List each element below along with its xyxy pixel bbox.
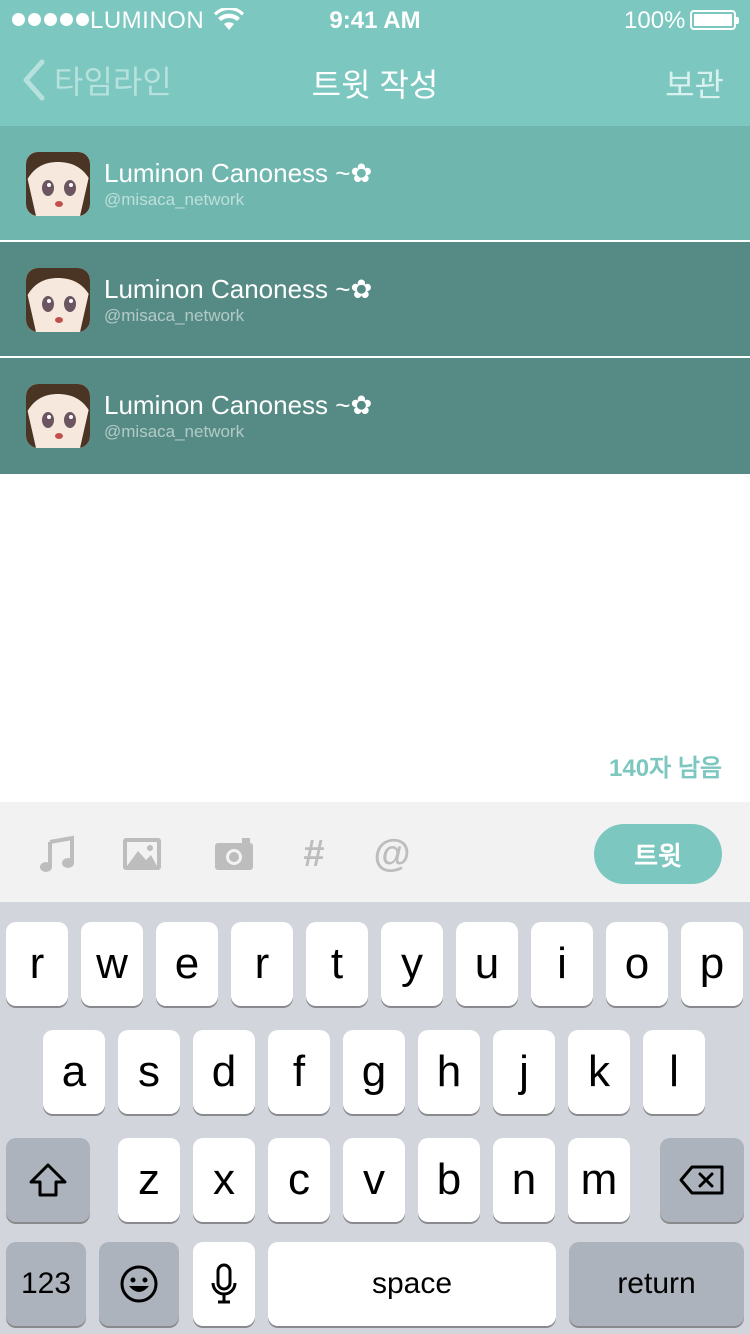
- camera-icon[interactable]: [210, 830, 258, 878]
- key-x[interactable]: x: [193, 1138, 255, 1222]
- key-v[interactable]: v: [343, 1138, 405, 1222]
- key-b[interactable]: b: [418, 1138, 480, 1222]
- key-r[interactable]: r: [6, 922, 68, 1006]
- microphone-icon: [211, 1263, 237, 1304]
- key-r[interactable]: r: [231, 922, 293, 1006]
- avatar: [26, 152, 90, 216]
- key-i[interactable]: i: [531, 922, 593, 1006]
- status-bar: LUMINON 9:41 AM 100%: [0, 0, 750, 40]
- account-name: Luminon Canoness ~✿: [104, 390, 373, 420]
- hashtag-icon[interactable]: #: [290, 830, 338, 878]
- account-item[interactable]: Luminon Canoness ~✿ @misaca_network: [0, 242, 750, 358]
- key-d[interactable]: d: [193, 1030, 255, 1114]
- back-label: 타임라인: [54, 64, 172, 100]
- account-handle: @misaca_network: [104, 190, 245, 209]
- account-handle: @misaca_network: [104, 422, 245, 441]
- avatar: [26, 384, 90, 448]
- key-o[interactable]: o: [606, 922, 668, 1006]
- return-key[interactable]: return: [569, 1242, 744, 1326]
- account-name: Luminon Canoness ~✿: [104, 158, 373, 188]
- backspace-icon: [679, 1165, 724, 1195]
- key-z[interactable]: z: [118, 1138, 180, 1222]
- key-g[interactable]: g: [343, 1030, 405, 1114]
- key-s[interactable]: s: [118, 1030, 180, 1114]
- header: LUMINON 9:41 AM 100% 타임라인 트윗 작성 보관: [0, 0, 750, 126]
- key-p[interactable]: p: [681, 922, 743, 1006]
- key-t[interactable]: t: [306, 922, 368, 1006]
- chevron-left-icon: [23, 59, 45, 101]
- key-y[interactable]: y: [381, 922, 443, 1006]
- key-c[interactable]: c: [268, 1138, 330, 1222]
- key-k[interactable]: k: [568, 1030, 630, 1114]
- avatar: [26, 268, 90, 332]
- account-item[interactable]: Luminon Canoness ~✿ @misaca_network: [0, 358, 750, 474]
- battery-icon: [690, 10, 739, 30]
- shift-key[interactable]: [6, 1138, 90, 1222]
- key-j[interactable]: j: [493, 1030, 555, 1114]
- character-counter: 140자 남음: [609, 755, 722, 782]
- battery-percent: 100%: [624, 7, 686, 34]
- save-draft-button[interactable]: 보관: [665, 60, 724, 106]
- numbers-key[interactable]: 123: [6, 1242, 86, 1326]
- compose-toolbar: # @ 트윗: [0, 802, 750, 902]
- account-name: Luminon Canoness ~✿: [104, 274, 373, 304]
- backspace-key[interactable]: [660, 1138, 744, 1222]
- key-h[interactable]: h: [418, 1030, 480, 1114]
- keyboard: r w e r t y u i o p a s d f g h j k l z …: [0, 902, 750, 1334]
- image-icon[interactable]: [118, 830, 166, 878]
- dictation-key[interactable]: [193, 1242, 255, 1326]
- account-list: Luminon Canoness ~✿ @misaca_network Lumi…: [0, 126, 750, 474]
- emoji-key[interactable]: [99, 1242, 179, 1326]
- key-f[interactable]: f: [268, 1030, 330, 1114]
- shift-icon: [29, 1163, 67, 1197]
- back-button[interactable]: 타임라인: [22, 56, 172, 104]
- account-item[interactable]: Luminon Canoness ~✿ @misaca_network: [0, 126, 750, 242]
- key-u[interactable]: u: [456, 922, 518, 1006]
- emoji-icon: [120, 1265, 158, 1303]
- tweet-button[interactable]: 트윗: [594, 824, 722, 884]
- mention-icon[interactable]: @: [368, 830, 416, 878]
- music-icon[interactable]: [34, 830, 82, 878]
- key-w[interactable]: w: [81, 922, 143, 1006]
- key-e[interactable]: e: [156, 922, 218, 1006]
- key-m[interactable]: m: [568, 1138, 630, 1222]
- compose-tweet-screen: LUMINON 9:41 AM 100% 타임라인 트윗 작성 보관 Lumin…: [0, 0, 750, 1334]
- tweet-text-area[interactable]: 140자 남음: [0, 478, 750, 802]
- key-a[interactable]: a: [43, 1030, 105, 1114]
- account-handle: @misaca_network: [104, 306, 245, 325]
- space-key[interactable]: space: [268, 1242, 556, 1326]
- key-n[interactable]: n: [493, 1138, 555, 1222]
- key-l[interactable]: l: [643, 1030, 705, 1114]
